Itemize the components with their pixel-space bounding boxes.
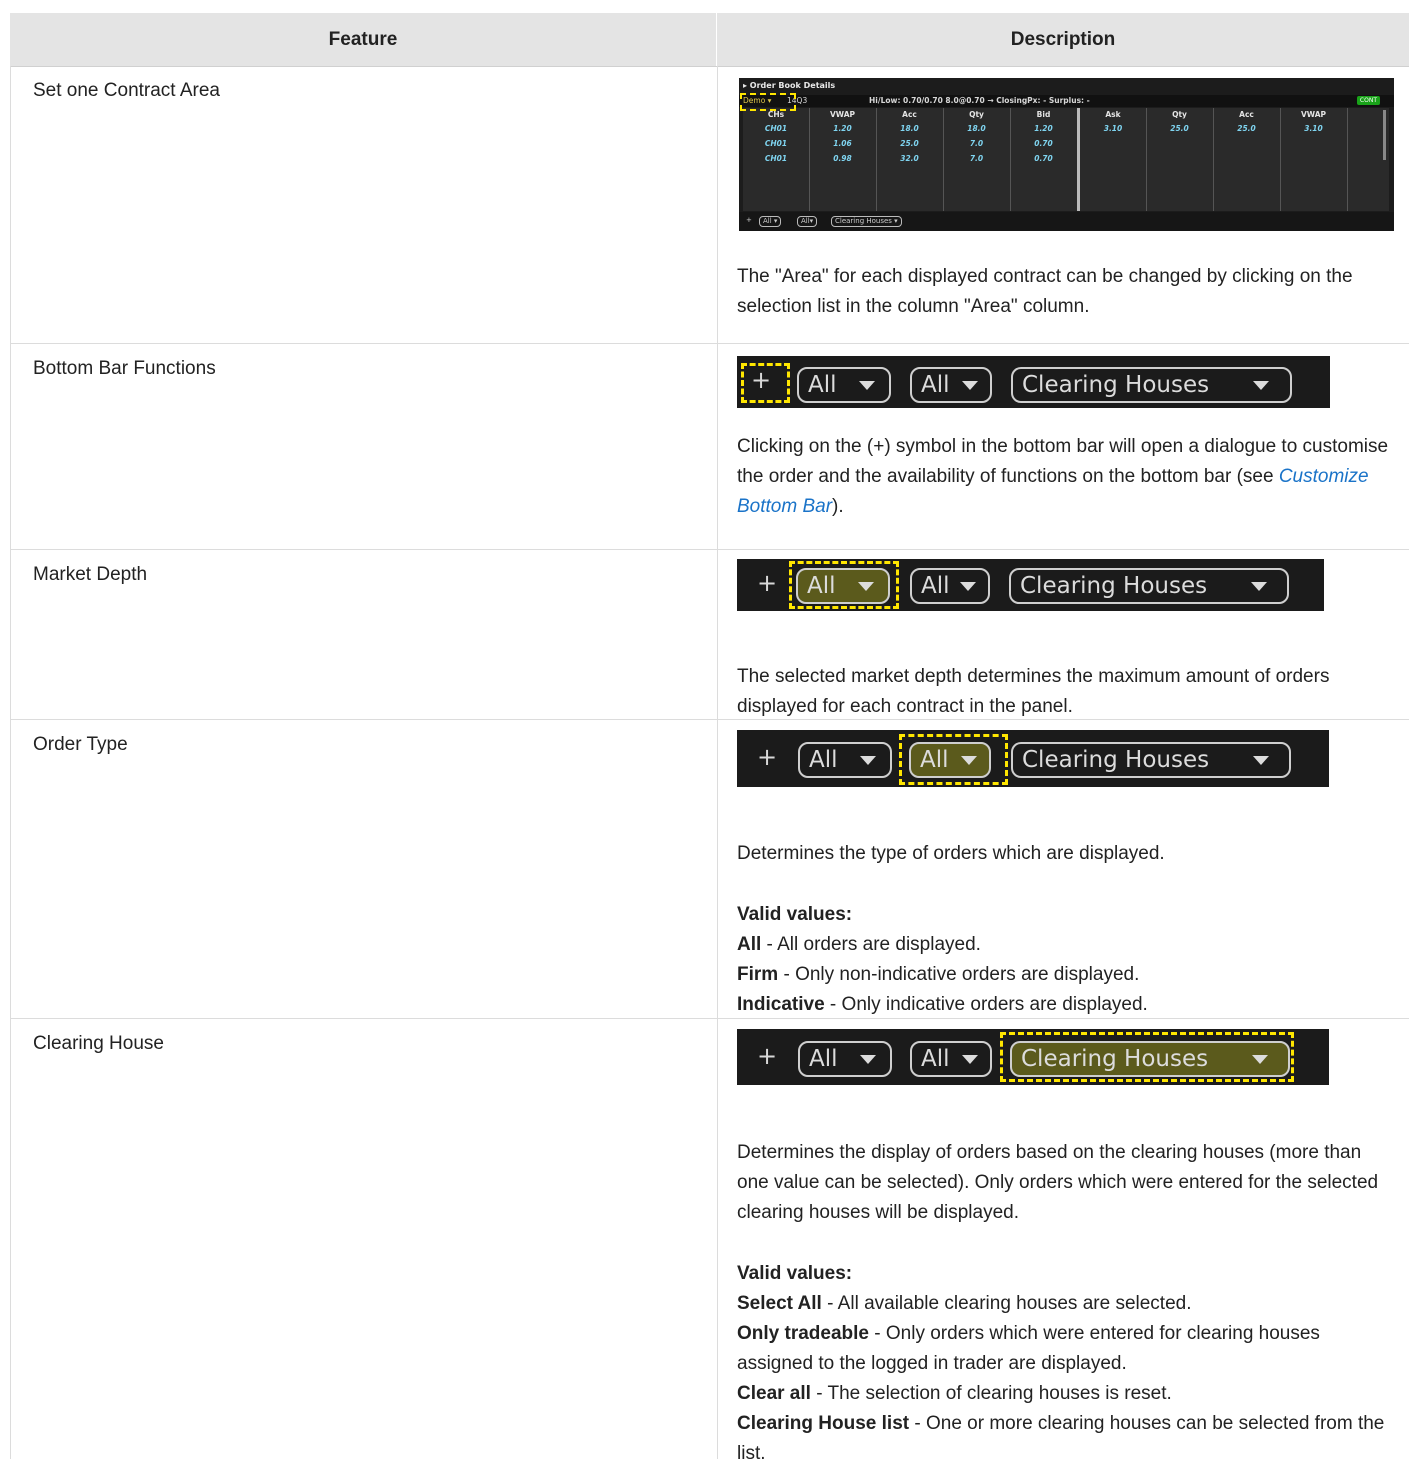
bottom-bar-screenshot: + All All Clearing Houses xyxy=(737,356,1330,408)
description-text: The "Area" for each displayed contract c… xyxy=(737,266,1353,317)
table-cell: 1.20 xyxy=(1034,124,1053,133)
valid-values-heading: Valid values: xyxy=(737,904,853,925)
table-row: Set one Contract Area ▸ Order Book Detai… xyxy=(10,66,1409,344)
table-row: Bottom Bar Functions + All All Clearing … xyxy=(10,344,1409,550)
table-cell: 25.0 xyxy=(1237,124,1256,133)
add-function-button[interactable]: + xyxy=(757,569,777,597)
table-header: Feature Description xyxy=(10,13,1409,67)
order-book-grid: CHs VWAP Acc Qty Bid Ask Qty Acc VWAP CH… xyxy=(743,108,1389,211)
valid-values-heading: Valid values: xyxy=(737,1263,853,1284)
column-header: CHs xyxy=(767,110,785,119)
table-cell: 7.0 xyxy=(969,139,984,148)
add-function-button[interactable]: + xyxy=(757,743,777,771)
highlight-box xyxy=(1000,1032,1294,1082)
dropdown-arrow-icon xyxy=(860,756,876,765)
dropdown-arrow-icon xyxy=(1253,756,1269,765)
order-book-title: ▸ Order Book Details xyxy=(743,81,836,90)
dropdown-arrow-icon xyxy=(1253,381,1269,390)
depth-select[interactable]: All ▾ xyxy=(759,216,782,227)
highlight-box xyxy=(899,734,1008,785)
table-cell: CH01 xyxy=(764,124,788,133)
dropdown-arrow-icon xyxy=(1251,582,1267,591)
order-type-select[interactable]: All xyxy=(910,367,992,403)
market-info: Hi/Low: 0.70/0.70 8.0@0.70 → ClosingPx: … xyxy=(869,96,1090,105)
depth-select[interactable]: All xyxy=(798,742,892,778)
column-header: Bid xyxy=(1036,110,1051,119)
column-header: VWAP xyxy=(1300,110,1327,119)
column-header: Acc xyxy=(1239,110,1254,119)
order-book-screenshot: ▸ Order Book Details Demo ▾ 14Q3 Hi/Low:… xyxy=(739,78,1394,231)
table-cell: 3.10 xyxy=(1103,124,1123,133)
add-function-button[interactable]: + xyxy=(757,1042,777,1070)
table-cell: 0.70 xyxy=(1034,154,1053,163)
highlight-box xyxy=(789,561,899,609)
table-cell: 0.70 xyxy=(1034,139,1053,148)
table-row: Clearing House + All All Clearing Houses xyxy=(10,1019,1409,1464)
bottom-bar-screenshot: + All All Clearing Houses xyxy=(737,730,1329,787)
column-header: Ask xyxy=(1105,110,1121,119)
header-description: Description xyxy=(1010,29,1116,50)
feature-label: Bottom Bar Functions xyxy=(33,358,216,379)
table-cell: 25.0 xyxy=(900,139,919,148)
table-row: Market Depth + All All Clearing Houses T… xyxy=(10,550,1409,720)
depth-select[interactable]: All xyxy=(798,1041,892,1077)
description-text: Clicking on the (+) symbol in the bottom… xyxy=(737,436,1389,517)
dropdown-arrow-icon xyxy=(960,582,976,591)
column-header: Acc xyxy=(902,110,917,119)
valid-values-list: Valid values: Select All - All available… xyxy=(737,1263,1385,1464)
bottom-bar-screenshot: + All All Clearing Houses xyxy=(737,1029,1329,1085)
table-cell: 18.0 xyxy=(967,124,986,133)
order-type-select[interactable]: All xyxy=(910,568,990,604)
feature-label: Market Depth xyxy=(33,564,148,585)
table-cell: CH01 xyxy=(764,154,788,163)
bottom-bar-screenshot: + All All Clearing Houses xyxy=(737,559,1324,611)
table-cell: CH01 xyxy=(764,139,788,148)
description-text: Determines the display of orders based o… xyxy=(737,1142,1379,1223)
order-book-bottom-bar: + All ▾ All▾ Clearing Houses ▾ xyxy=(739,212,1394,231)
order-type-select[interactable]: All▾ xyxy=(797,216,818,227)
dropdown-arrow-icon xyxy=(860,1055,876,1064)
clearing-house-select[interactable]: Clearing Houses xyxy=(1011,367,1292,403)
table-cell: 1.20 xyxy=(833,124,852,133)
column-header: Qty xyxy=(1172,110,1187,119)
description-text: Determines the type of orders which are … xyxy=(737,843,1165,864)
table-cell: 25.0 xyxy=(1170,124,1189,133)
table-cell: 32.0 xyxy=(900,154,919,163)
feature-label: Order Type xyxy=(33,734,128,755)
table-cell: 7.0 xyxy=(969,154,984,163)
feature-label: Clearing House xyxy=(33,1033,164,1054)
order-type-select[interactable]: All xyxy=(910,1041,992,1077)
clearing-house-select[interactable]: Clearing Houses xyxy=(1009,568,1289,604)
feature-label: Set one Contract Area xyxy=(33,80,220,101)
table-row: Order Type + All All Clearing Houses Det… xyxy=(10,720,1409,1019)
dropdown-arrow-icon xyxy=(962,381,978,390)
table-cell: 3.10 xyxy=(1304,124,1323,133)
depth-select[interactable]: All xyxy=(797,367,891,403)
table-cell: 0.98 xyxy=(833,154,852,163)
description-text: The selected market depth determines the… xyxy=(737,666,1330,717)
highlight-box xyxy=(740,93,796,111)
status-badge: CONT xyxy=(1356,96,1380,105)
header-feature: Feature xyxy=(10,13,717,66)
add-function-button[interactable]: + xyxy=(746,216,752,224)
valid-values-list: Valid values: All - All orders are displ… xyxy=(737,904,1148,1015)
column-header: VWAP xyxy=(829,110,856,119)
column-header: Qty xyxy=(969,110,984,119)
dropdown-arrow-icon xyxy=(859,381,875,390)
clearing-house-select[interactable]: Clearing Houses ▾ xyxy=(831,216,902,227)
dropdown-arrow-icon xyxy=(962,1055,978,1064)
highlight-box xyxy=(741,363,790,403)
table-cell: 1.06 xyxy=(833,139,852,148)
clearing-house-select[interactable]: Clearing Houses xyxy=(1011,742,1291,778)
table-cell: 18.0 xyxy=(900,124,919,133)
